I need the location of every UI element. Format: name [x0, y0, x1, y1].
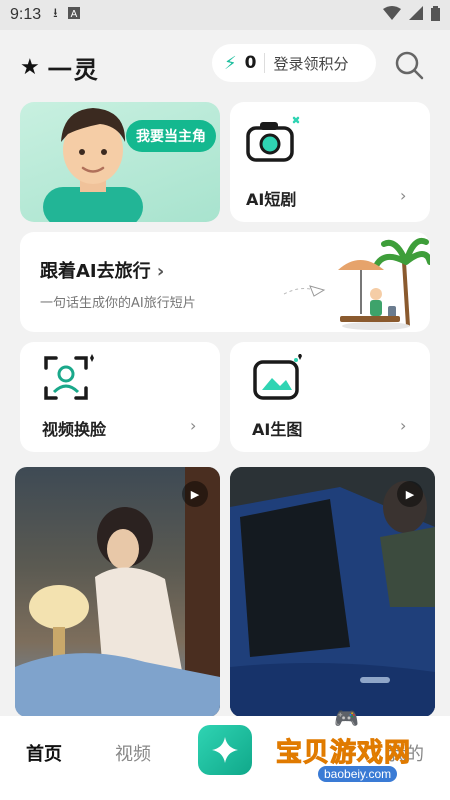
divider	[264, 53, 266, 73]
login-label: 登录领积分	[273, 54, 349, 73]
be-protagonist-button[interactable]: 我要当主角	[126, 120, 216, 152]
header: ★ 一灵 ⚡ 0 登录领积分	[0, 30, 450, 96]
video-thumbnail[interactable]: ▶	[15, 467, 220, 717]
face-swap-icon	[44, 354, 94, 400]
chevron-right-icon: ›	[190, 416, 197, 435]
ai-short-drama-label: AI短剧	[246, 190, 297, 209]
travel-title: 跟着AI去旅行 ›	[40, 261, 165, 282]
search-icon[interactable]	[394, 50, 424, 80]
ai-short-drama-card[interactable]: AI短剧 ›	[230, 102, 430, 222]
signal-icon	[409, 6, 423, 24]
ai-image-card[interactable]: AI生图 ›	[230, 342, 430, 452]
sparkle-icon	[212, 737, 238, 763]
watermark-url: baobeiy.com	[318, 766, 398, 782]
lightning-icon: ⚡	[224, 52, 237, 74]
download-icon: ⭳	[53, 6, 58, 21]
a-box-icon: A	[67, 7, 80, 23]
battery-icon	[431, 5, 440, 25]
logo-star-icon: ★	[20, 55, 40, 80]
play-icon: ▶	[397, 481, 423, 507]
camera-icon	[246, 116, 300, 162]
ai-image-label: AI生图	[252, 420, 303, 439]
image-icon	[253, 354, 302, 400]
chevron-right-icon: ›	[400, 416, 407, 435]
app-name: 一灵	[47, 56, 100, 84]
watermark: 🎮 宝贝游戏网 baobeiy.com	[270, 706, 440, 786]
points-count: 0	[244, 53, 257, 73]
travel-subtitle: 一句话生成你的AI旅行短片	[40, 296, 196, 311]
be-protagonist-card[interactable]: 我要当主角	[20, 102, 220, 222]
chevron-right-icon: ›	[400, 186, 407, 205]
status-time: 9:13	[10, 6, 42, 23]
video-face-swap-card[interactable]: 视频换脸 ›	[20, 342, 220, 452]
points-login-button[interactable]: ⚡ 0 登录领积分	[212, 44, 376, 82]
play-icon: ▶	[182, 481, 208, 507]
travel-illustration	[283, 238, 430, 330]
wifi-icon	[383, 6, 401, 24]
tab-video[interactable]: 视频	[115, 740, 151, 766]
tab-home[interactable]: 首页	[26, 740, 62, 766]
gamepad-icon: 🎮	[334, 706, 359, 730]
watermark-title: 宝贝游戏网	[275, 738, 412, 769]
video-face-swap-label: 视频换脸	[42, 420, 107, 439]
svg-text:A: A	[70, 9, 77, 19]
video-thumbnail[interactable]: ▶	[230, 467, 435, 717]
create-button[interactable]	[198, 725, 252, 775]
status-bar: 9:13 ⭳ A	[0, 0, 450, 30]
ai-travel-card[interactable]: 跟着AI去旅行 › 一句话生成你的AI旅行短片	[20, 232, 430, 332]
app-logo: ★ 一灵	[20, 50, 100, 85]
